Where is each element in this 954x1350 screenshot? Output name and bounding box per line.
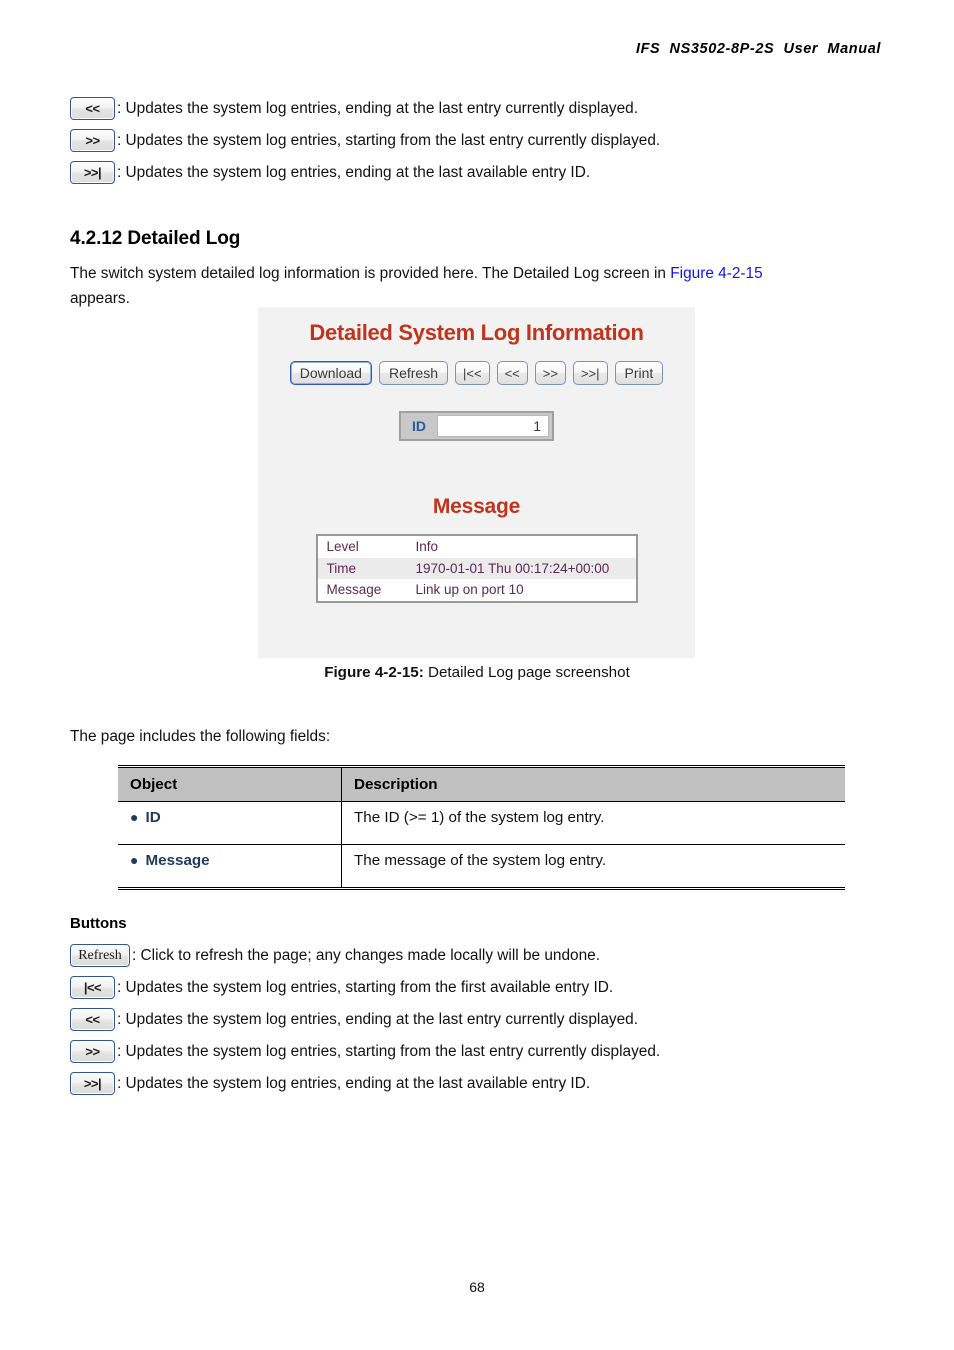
button-description-row: Refresh : Click to refresh the page; any… xyxy=(70,944,882,967)
field-description-cell: The ID (>= 1) of the system log entry. xyxy=(341,801,845,845)
figure-screenshot-panel: Detailed System Log Information Download… xyxy=(258,307,695,658)
fields-intro-block: The page includes the following fields: xyxy=(70,725,882,750)
refresh-button[interactable]: Refresh xyxy=(70,944,130,967)
field-object-cell: ● Message xyxy=(118,844,342,889)
intro-paragraph: The switch system detailed log informati… xyxy=(70,262,882,312)
table-row: Message Link up on port 10 xyxy=(317,579,637,602)
fields-table: Object Description ● ID The ID (>= 1) of … xyxy=(118,765,845,890)
field-object-label: ID xyxy=(145,809,161,826)
message-detail-table: Level Info Time 1970-01-01 Thu 00:17:24+… xyxy=(315,534,638,603)
buttons-section-heading: Buttons xyxy=(70,915,127,932)
table-header-row: Object Description xyxy=(118,766,845,802)
button-description-text: : Updates the system log entries, starti… xyxy=(117,1042,661,1060)
table-row: Time 1970-01-01 Thu 00:17:24+00:00 xyxy=(316,557,637,580)
field-description-cell: The message of the system log entry. xyxy=(354,852,607,869)
button-description-text: : Updates the system log entries, starti… xyxy=(117,978,614,996)
figure-toolbar: Download Refresh |<< << >> >>| Print xyxy=(258,361,695,385)
table-row: ● ID The ID (>= 1) of the system log entr… xyxy=(118,801,845,845)
download-button[interactable]: Download xyxy=(289,361,372,385)
first-entry-button[interactable]: |<< xyxy=(455,361,490,385)
button-description-text: : Updates the system log entries, ending… xyxy=(117,99,638,117)
page-number: 68 xyxy=(469,1279,485,1295)
document-page: IFS NS3502-8P-2S User Manual << : Update… xyxy=(0,0,954,1350)
column-header-description: Description xyxy=(341,766,845,802)
section-heading-block: 4.2.12 Detailed Log xyxy=(70,228,882,250)
button-description-text: : Updates the system log entries, starti… xyxy=(117,131,661,149)
running-header: IFS NS3502-8P-2S User Manual xyxy=(635,41,881,57)
print-button[interactable]: Print xyxy=(614,361,664,385)
message-section-title: Message xyxy=(432,495,521,518)
first-page-button[interactable]: |<< xyxy=(70,976,115,999)
intro-text-line2: appears. xyxy=(70,289,130,307)
table-row: ● Message The message of the system log e… xyxy=(118,844,845,889)
button-description-text: : Updates the system log entries, ending… xyxy=(117,1074,591,1092)
message-level-value: Info xyxy=(415,539,439,554)
prev-page-button[interactable]: << xyxy=(70,97,115,120)
button-description-row: << : Updates the system log entries, end… xyxy=(70,1008,882,1031)
prev-page-button[interactable]: << xyxy=(70,1008,115,1031)
buttons-section-heading-block: Buttons xyxy=(70,915,882,932)
fields-intro-text: The page includes the following fields: xyxy=(70,728,331,745)
figure-caption-text: Detailed Log page screenshot xyxy=(423,664,630,681)
id-input[interactable]: 1 xyxy=(437,415,549,437)
fields-table-wrapper: Object Description ● ID The ID (>= 1) of … xyxy=(118,765,845,890)
id-field-group: ID 1 xyxy=(399,411,554,441)
detailed-system-log-title: Detailed System Log Information xyxy=(309,320,644,345)
next-page-button[interactable]: >> xyxy=(70,129,115,152)
button-description-row: >>| : Updates the system log entries, en… xyxy=(70,1072,882,1095)
button-description-row: |<< : Updates the system log entries, st… xyxy=(70,976,882,999)
button-description-text: : Updates the system log entries, ending… xyxy=(117,163,591,181)
table-row: Level Info xyxy=(317,535,637,558)
button-description-row: >>| : Updates the system log entries, en… xyxy=(70,161,882,184)
button-description-row: >> : Updates the system log entries, sta… xyxy=(70,1040,882,1063)
message-text-label: Message xyxy=(326,582,382,598)
last-entry-button[interactable]: >>| xyxy=(572,361,608,385)
button-description-row: << : Updates the system log entries, end… xyxy=(70,97,882,120)
button-description-text: : Updates the system log entries, ending… xyxy=(117,1010,638,1028)
message-text-value: Link up on port 10 xyxy=(415,582,524,598)
field-object-label: Message xyxy=(145,852,210,869)
page-title: 4.2.12 Detailed Log xyxy=(70,228,241,249)
button-description-text: : Click to refresh the page; any changes… xyxy=(132,946,600,964)
button-description-row: >> : Updates the system log entries, sta… xyxy=(70,129,882,152)
next-page-button[interactable]: >> xyxy=(70,1040,115,1063)
message-time-value: 1970-01-01 Thu 00:17:24+00:00 xyxy=(406,557,637,580)
previous-entry-button[interactable]: << xyxy=(496,361,528,385)
last-page-button[interactable]: >>| xyxy=(70,1072,115,1095)
buttons-section-list: Refresh : Click to refresh the page; any… xyxy=(70,944,882,1095)
intro-text-before: The switch system detailed log informati… xyxy=(70,265,671,282)
id-field-label: ID xyxy=(401,413,437,439)
message-level-label: Level xyxy=(326,539,359,554)
column-header-object: Object xyxy=(118,766,342,802)
id-field-row: ID 1 xyxy=(258,411,695,441)
refresh-button[interactable]: Refresh xyxy=(378,361,448,385)
figure-caption-label: Figure 4-2-15: xyxy=(324,664,424,681)
bullet-icon: ● xyxy=(130,809,139,825)
bullet-icon: ● xyxy=(130,852,139,868)
section-intro: The switch system detailed log informati… xyxy=(70,262,882,312)
field-object-cell: ● ID xyxy=(118,801,342,845)
figure-cross-reference-link[interactable]: Figure 4-2-15 xyxy=(670,265,762,282)
figure-caption: Figure 4-2-15: Detailed Log page screens… xyxy=(0,664,954,681)
next-entry-button[interactable]: >> xyxy=(534,361,566,385)
last-page-button[interactable]: >>| xyxy=(70,161,115,184)
top-button-list: << : Updates the system log entries, end… xyxy=(70,97,882,184)
message-time-label: Time xyxy=(316,557,407,580)
